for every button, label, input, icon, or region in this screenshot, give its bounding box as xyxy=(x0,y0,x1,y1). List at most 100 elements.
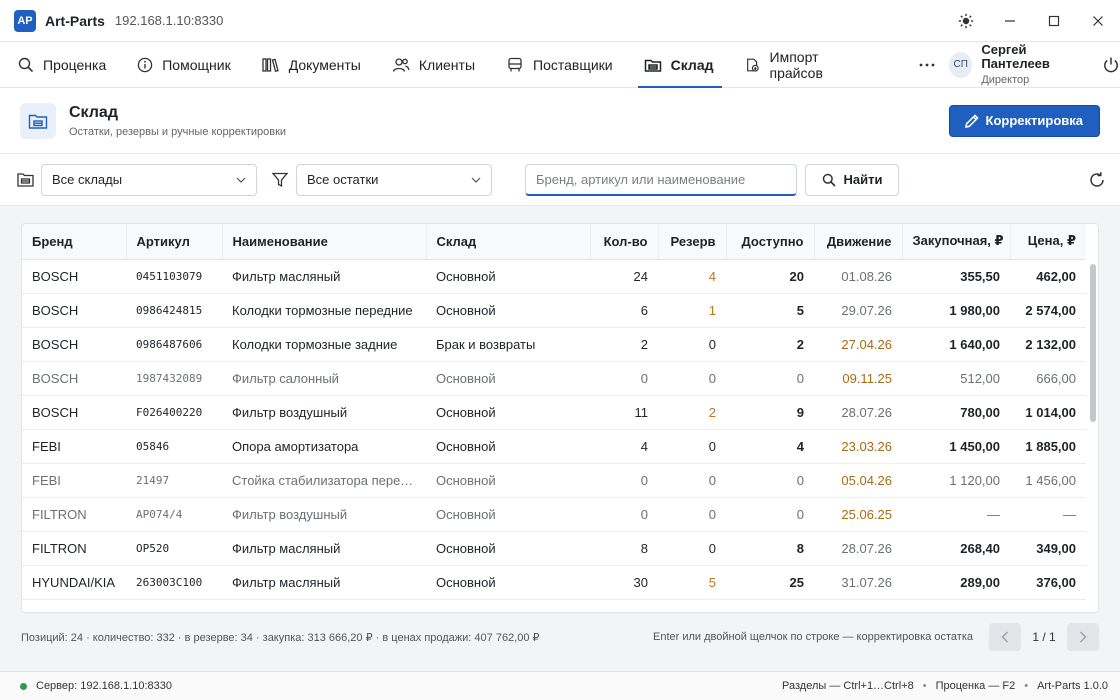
column-header-available[interactable]: Доступно xyxy=(726,224,815,260)
prev-page-button[interactable] xyxy=(989,623,1021,651)
cell-price: 1 456,00 xyxy=(1010,463,1086,498)
column-header-warehouse[interactable]: Склад xyxy=(426,224,591,260)
import-icon xyxy=(746,58,759,72)
shortcut-sections: Разделы — Ctrl+1…Ctrl+8 xyxy=(782,680,914,692)
cell-reserve: 0 xyxy=(658,497,726,532)
power-icon[interactable] xyxy=(1102,42,1120,87)
column-header-movement[interactable]: Движение xyxy=(814,224,903,260)
folder-icon xyxy=(17,172,34,187)
cell-qty: 30 xyxy=(590,565,658,600)
cell-name: Фильтр салонный xyxy=(222,361,426,396)
column-header-purchase[interactable]: Закупочная, ₽ xyxy=(902,224,1011,260)
column-header-article[interactable]: Артикул xyxy=(126,224,223,260)
table-row[interactable]: BOSCH 1987432089 Фильтр салонный Основной 0 0… xyxy=(22,361,1086,396)
adjustment-button[interactable]: Корректировка xyxy=(948,104,1100,137)
more-menu-icon[interactable] xyxy=(919,42,935,87)
cell-article: 21497 xyxy=(126,463,222,498)
separator: • xyxy=(922,680,927,692)
cell-purchase: 289,00 xyxy=(902,565,1010,600)
cell-name: Фильтр воздушный xyxy=(222,395,426,430)
find-button[interactable]: Найти xyxy=(805,163,899,196)
cell-available: 0 xyxy=(726,463,814,498)
stock-select[interactable]: Все остатки xyxy=(296,163,492,196)
cell-movement: 27.04.26 xyxy=(814,327,902,362)
cell-article: 05846 xyxy=(126,429,222,464)
cell-warehouse: Основной xyxy=(426,531,590,566)
table-header-row: Бренд Артикул Наименование Склад Кол-во … xyxy=(22,224,1086,260)
table-row[interactable]: FILTRON OP520 Фильтр масляный Основной 8 0 8 28… xyxy=(22,531,1086,566)
cell-brand: HYUNDAI/KIA xyxy=(22,565,126,600)
nav-item-pricing[interactable]: Проценка xyxy=(12,42,114,87)
cell-brand: BOSCH xyxy=(22,293,126,328)
table-row[interactable]: FILTRON AP074/4 Фильтр воздушный Основной 0 0… xyxy=(22,497,1086,532)
documents-icon xyxy=(262,57,279,72)
cell-qty: 0 xyxy=(590,497,658,532)
cell-qty: 0 xyxy=(590,361,658,396)
nav-item-label: Помощник xyxy=(162,56,231,73)
search-input[interactable]: Бренд, артикул или наименование xyxy=(525,163,797,196)
nav-item-label: Склад xyxy=(670,56,714,73)
cell-price: 462,00 xyxy=(1010,259,1086,294)
info-icon xyxy=(137,57,153,72)
cell-brand: FILTRON xyxy=(22,531,126,566)
cell-article: AP074/4 xyxy=(126,497,222,532)
cell-movement: 01.08.26 xyxy=(814,259,902,294)
cell-warehouse: Брак и возвраты xyxy=(426,327,590,362)
nav-item-label: Клиенты xyxy=(418,56,476,73)
cell-movement: 25.06.25 xyxy=(814,497,902,532)
cell-reserve: 1 xyxy=(658,293,726,328)
table-row[interactable]: BOSCH 0986424815 Колодки тормозные передни… xyxy=(22,293,1086,328)
cell-price: 349,00 xyxy=(1010,531,1086,566)
table-row[interactable]: BOSCH 0451103079 Фильтр масляный Основной 24… xyxy=(22,259,1086,294)
table-row[interactable]: FEBI 21497 Стойка стабилизатора передняя Ос… xyxy=(22,463,1086,498)
nav-item-documents[interactable]: Документы xyxy=(256,42,369,87)
cell-warehouse: Основной xyxy=(426,361,590,396)
cell-movement: 31.07.26 xyxy=(814,565,902,600)
cell-movement: 05.04.26 xyxy=(814,463,902,498)
table-row[interactable]: HYUNDAI/KIA 263003C100 Фильтр масляный Осно… xyxy=(22,565,1086,600)
page-header: Склад Остатки, резервы и ручные корректи… xyxy=(0,88,1120,154)
cell-brand: BOSCH xyxy=(22,395,126,430)
refresh-icon[interactable] xyxy=(1088,171,1106,189)
minimize-icon[interactable] xyxy=(988,0,1032,42)
find-button-label: Найти xyxy=(843,172,883,187)
app-version: Art-Parts 1.0.0 xyxy=(1037,680,1108,692)
cell-movement: 28.07.26 xyxy=(814,395,902,430)
cell-available: 9 xyxy=(726,395,814,430)
cell-price: 2 132,00 xyxy=(1010,327,1086,362)
nav-item-assistant[interactable]: Помощник xyxy=(131,42,238,87)
nav-item-warehouse[interactable]: Склад xyxy=(637,42,722,88)
cell-reserve: 5 xyxy=(658,565,726,600)
theme-toggle-icon[interactable] xyxy=(944,0,988,42)
cell-warehouse: Основной xyxy=(426,259,590,294)
nav-item-clients[interactable]: Клиенты xyxy=(386,42,483,87)
next-page-button[interactable] xyxy=(1067,623,1099,651)
adjustment-button-label: Корректировка xyxy=(985,113,1083,128)
page-subtitle: Остатки, резервы и ручные корректировки xyxy=(69,125,287,138)
maximize-icon[interactable] xyxy=(1032,0,1076,42)
cell-qty: 6 xyxy=(590,293,658,328)
cell-available: 20 xyxy=(726,259,814,294)
column-header-qty[interactable]: Кол-во xyxy=(590,224,659,260)
column-header-price[interactable]: Цена, ₽ xyxy=(1010,224,1086,260)
user-role: Директор xyxy=(981,73,1030,86)
column-header-brand[interactable]: Бренд xyxy=(22,224,127,260)
table-row[interactable]: BOSCH F026400220 Фильтр воздушный Основной 1… xyxy=(22,395,1086,430)
cell-reserve: 0 xyxy=(658,429,726,464)
table-scrollbar[interactable] xyxy=(1090,264,1096,422)
warehouse-select[interactable]: Все склады xyxy=(41,163,257,196)
cell-purchase: 355,50 xyxy=(902,259,1010,294)
table-row[interactable]: FEBI 05846 Опора амортизатора Основной 4 0 4 23… xyxy=(22,429,1086,464)
nav-item-suppliers[interactable]: Поставщики xyxy=(500,42,621,87)
column-header-name[interactable]: Наименование xyxy=(222,224,427,260)
cell-purchase: 268,40 xyxy=(902,531,1010,566)
close-icon[interactable] xyxy=(1076,0,1120,42)
user-profile[interactable]: СП Сергей Пантелеев Директор xyxy=(949,42,1086,87)
column-header-reserve[interactable]: Резерв xyxy=(658,224,727,260)
table-row[interactable]: BOSCH 0986487606 Колодки тормозные задние Б… xyxy=(22,327,1086,362)
stock-table: Бренд Артикул Наименование Склад Кол-во … xyxy=(21,223,1099,613)
nav-item-price-import[interactable]: Импорт прайсов xyxy=(739,42,873,87)
cell-name: Колодки тормозные задние xyxy=(222,327,426,362)
stock-select-value: Все остатки xyxy=(307,172,379,187)
summary-bar: Позиций: 24 · количество: 332 · в резерв… xyxy=(21,613,1099,661)
